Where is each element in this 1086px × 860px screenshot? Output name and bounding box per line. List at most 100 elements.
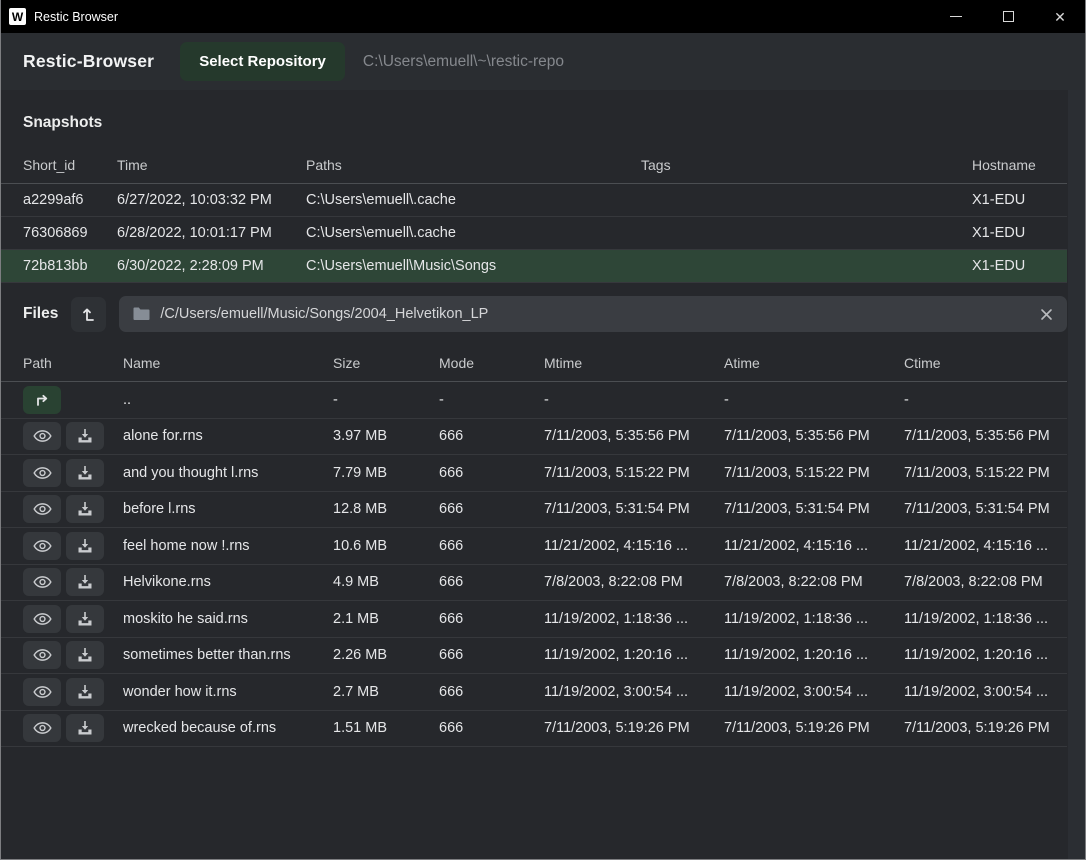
preview-icon bbox=[33, 429, 52, 443]
column-header-time[interactable]: Time bbox=[117, 157, 306, 173]
file-atime: 11/19/2002, 1:20:16 ... bbox=[724, 647, 904, 663]
snapshot-shortid: a2299af6 bbox=[23, 192, 117, 208]
download-button[interactable] bbox=[66, 568, 104, 596]
snapshot-paths: C:\Users\emuell\.cache bbox=[306, 192, 641, 208]
snapshot-hostname: X1-EDU bbox=[972, 192, 1067, 208]
snapshot-row[interactable]: 72b813bb6/30/2022, 2:28:09 PMC:\Users\em… bbox=[1, 250, 1067, 283]
snapshots-heading: Snapshots bbox=[1, 90, 1085, 147]
column-header-paths[interactable]: Paths bbox=[306, 157, 641, 173]
download-button[interactable] bbox=[66, 532, 104, 560]
level-up-arrow-icon bbox=[79, 304, 99, 324]
file-row: alone for.rns3.97 MB6667/11/2003, 5:35:5… bbox=[1, 419, 1067, 456]
file-row: feel home now !.rns10.6 MB66611/21/2002,… bbox=[1, 528, 1067, 565]
preview-icon bbox=[33, 575, 52, 589]
row-actions bbox=[23, 641, 123, 669]
file-ctime: - bbox=[904, 392, 1067, 408]
minimize-button[interactable] bbox=[930, 0, 982, 33]
snapshot-time: 6/27/2022, 10:03:32 PM bbox=[117, 192, 306, 208]
maximize-icon bbox=[1003, 11, 1014, 22]
file-mtime: 7/11/2003, 5:31:54 PM bbox=[544, 501, 724, 517]
file-mtime: 11/19/2002, 1:20:16 ... bbox=[544, 647, 724, 663]
preview-button[interactable] bbox=[23, 605, 61, 633]
select-repository-button[interactable]: Select Repository bbox=[180, 42, 345, 81]
file-mtime: 7/11/2003, 5:19:26 PM bbox=[544, 720, 724, 736]
download-icon bbox=[77, 574, 93, 590]
file-mode: 666 bbox=[439, 611, 544, 627]
download-icon bbox=[77, 465, 93, 481]
scrollbar-gutter bbox=[1068, 90, 1085, 859]
download-button[interactable] bbox=[66, 495, 104, 523]
preview-button[interactable] bbox=[23, 678, 61, 706]
preview-button[interactable] bbox=[23, 568, 61, 596]
restic-browser-window: W Restic Browser ✕ Restic-Browser Select… bbox=[0, 0, 1086, 860]
maximize-button[interactable] bbox=[982, 0, 1034, 33]
file-mtime: 7/11/2003, 5:15:22 PM bbox=[544, 465, 724, 481]
download-icon bbox=[77, 428, 93, 444]
preview-button[interactable] bbox=[23, 459, 61, 487]
clear-path-button[interactable] bbox=[1040, 308, 1053, 321]
column-header-shortid[interactable]: Short_id bbox=[23, 157, 117, 173]
app-header: Restic-Browser Select Repository C:\User… bbox=[1, 33, 1085, 90]
file-mode: 666 bbox=[439, 684, 544, 700]
close-icon: ✕ bbox=[1054, 10, 1066, 24]
file-size: - bbox=[333, 392, 439, 408]
file-atime: 11/19/2002, 1:18:36 ... bbox=[724, 611, 904, 627]
preview-button[interactable] bbox=[23, 495, 61, 523]
file-name: wonder how it.rns bbox=[123, 684, 333, 700]
file-name: .. bbox=[123, 392, 333, 408]
download-icon bbox=[77, 611, 93, 627]
file-ctime: 7/11/2003, 5:15:22 PM bbox=[904, 465, 1067, 481]
column-header-hostname[interactable]: Hostname bbox=[972, 157, 1067, 173]
file-atime: 7/11/2003, 5:15:22 PM bbox=[724, 465, 904, 481]
download-button[interactable] bbox=[66, 678, 104, 706]
snapshot-time: 6/30/2022, 2:28:09 PM bbox=[117, 258, 306, 274]
column-header-name[interactable]: Name bbox=[123, 355, 333, 371]
column-header-path[interactable]: Path bbox=[23, 355, 123, 371]
preview-icon bbox=[33, 685, 52, 699]
download-button[interactable] bbox=[66, 641, 104, 669]
column-header-ctime[interactable]: Ctime bbox=[904, 355, 1067, 371]
file-row: wrecked because of.rns1.51 MB6667/11/200… bbox=[1, 711, 1067, 748]
preview-button[interactable] bbox=[23, 532, 61, 560]
file-mode: 666 bbox=[439, 428, 544, 444]
file-atime: 7/11/2003, 5:31:54 PM bbox=[724, 501, 904, 517]
file-ctime: 11/19/2002, 1:20:16 ... bbox=[904, 647, 1067, 663]
column-header-tags[interactable]: Tags bbox=[641, 157, 972, 173]
file-mode: 666 bbox=[439, 501, 544, 517]
file-atime: - bbox=[724, 392, 904, 408]
preview-button[interactable] bbox=[23, 422, 61, 450]
file-size: 4.9 MB bbox=[333, 574, 439, 590]
snapshot-row[interactable]: a2299af66/27/2022, 10:03:32 PMC:\Users\e… bbox=[1, 184, 1067, 217]
column-header-size[interactable]: Size bbox=[333, 355, 439, 371]
download-icon bbox=[77, 720, 93, 736]
download-button[interactable] bbox=[66, 459, 104, 487]
download-icon bbox=[77, 684, 93, 700]
window-title: Restic Browser bbox=[34, 10, 118, 24]
close-button[interactable]: ✕ bbox=[1034, 0, 1086, 33]
download-button[interactable] bbox=[66, 605, 104, 633]
preview-button[interactable] bbox=[23, 714, 61, 742]
snapshot-row[interactable]: 763068696/28/2022, 10:01:17 PMC:\Users\e… bbox=[1, 217, 1067, 250]
files-table-body: ..-----alone for.rns3.97 MB6667/11/2003,… bbox=[1, 382, 1085, 747]
file-mtime: 7/11/2003, 5:35:56 PM bbox=[544, 428, 724, 444]
parent-dir-button[interactable] bbox=[23, 386, 61, 414]
file-mode: 666 bbox=[439, 574, 544, 590]
file-name: alone for.rns bbox=[123, 428, 333, 444]
file-ctime: 7/11/2003, 5:31:54 PM bbox=[904, 501, 1067, 517]
column-header-atime[interactable]: Atime bbox=[724, 355, 904, 371]
download-icon bbox=[77, 647, 93, 663]
snapshot-hostname: X1-EDU bbox=[972, 258, 1067, 274]
file-mode: 666 bbox=[439, 465, 544, 481]
preview-button[interactable] bbox=[23, 641, 61, 669]
column-header-mtime[interactable]: Mtime bbox=[544, 355, 724, 371]
go-up-level-button[interactable] bbox=[71, 297, 106, 332]
download-button[interactable] bbox=[66, 714, 104, 742]
file-atime: 11/19/2002, 3:00:54 ... bbox=[724, 684, 904, 700]
file-atime: 7/11/2003, 5:19:26 PM bbox=[724, 720, 904, 736]
column-header-mode[interactable]: Mode bbox=[439, 355, 544, 371]
row-actions bbox=[23, 714, 123, 742]
download-button[interactable] bbox=[66, 422, 104, 450]
snapshots-table-header: Short_id Time Paths Tags Hostname bbox=[1, 147, 1067, 184]
file-ctime: 7/8/2003, 8:22:08 PM bbox=[904, 574, 1067, 590]
file-atime: 7/11/2003, 5:35:56 PM bbox=[724, 428, 904, 444]
